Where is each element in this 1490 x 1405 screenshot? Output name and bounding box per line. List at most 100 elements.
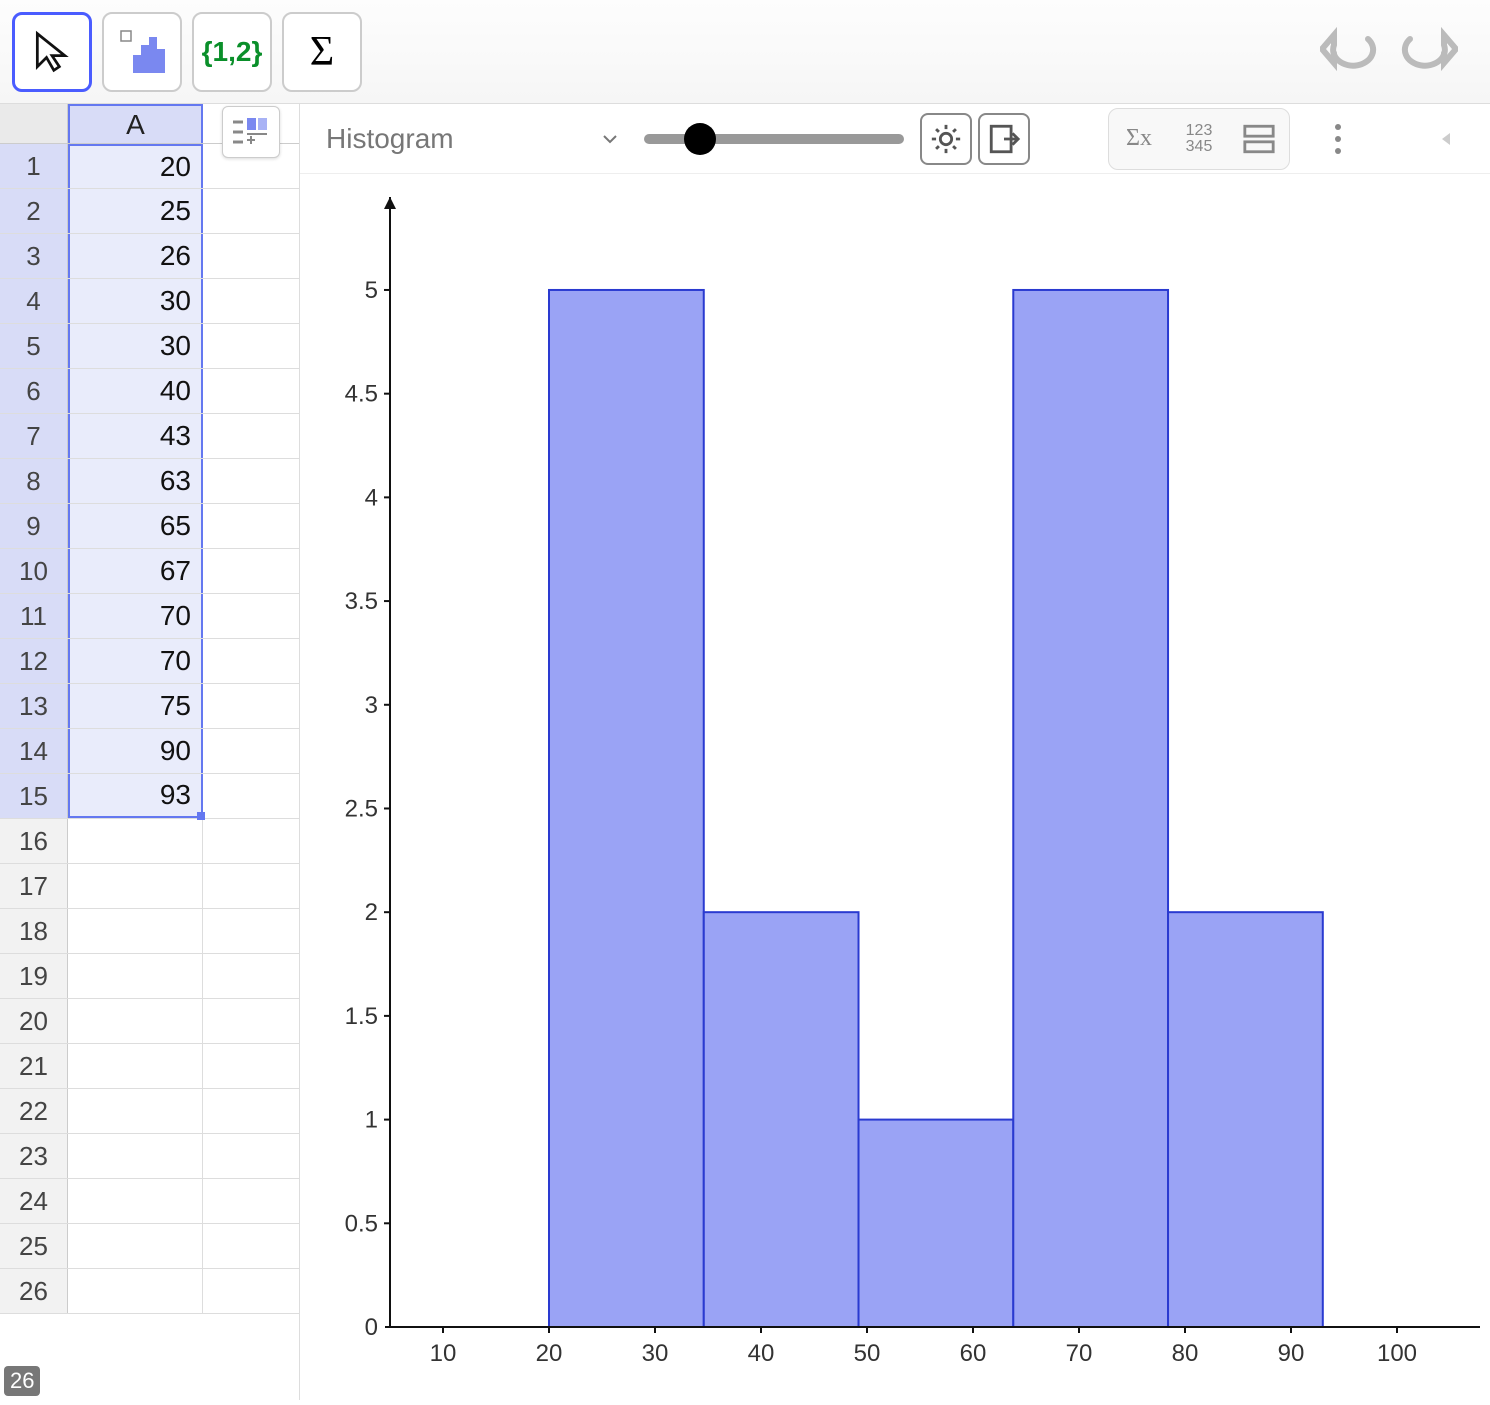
undo-button[interactable] [1320,27,1380,77]
table-row[interactable]: 530 [0,324,299,369]
row-header[interactable]: 1 [0,144,68,188]
cell[interactable]: 43 [68,414,203,458]
column-header-a[interactable]: A [68,104,203,143]
row-header[interactable]: 22 [0,1089,68,1133]
list-tool-button[interactable]: {1,2} [192,12,272,92]
table-row[interactable]: 863 [0,459,299,504]
row-header[interactable]: 23 [0,1134,68,1178]
table-row[interactable]: 26 [0,1269,299,1314]
row-header[interactable]: 2 [0,189,68,233]
cell[interactable] [68,909,203,953]
row-header[interactable]: 18 [0,909,68,953]
row-header[interactable]: 20 [0,999,68,1043]
row-header[interactable]: 5 [0,324,68,368]
cell[interactable] [68,1224,203,1268]
class-width-slider[interactable] [644,134,904,144]
row-header[interactable]: 14 [0,729,68,773]
cell[interactable]: 70 [68,594,203,638]
cell[interactable] [68,1134,203,1178]
cell[interactable]: 75 [68,684,203,728]
row-header[interactable]: 10 [0,549,68,593]
table-row[interactable]: 1490 [0,729,299,774]
cell[interactable]: 25 [68,189,203,233]
row-header[interactable]: 7 [0,414,68,458]
table-row[interactable]: 25 [0,1224,299,1269]
cell[interactable] [68,864,203,908]
row-header[interactable]: 24 [0,1179,68,1223]
cell[interactable]: 70 [68,639,203,683]
show-data-button[interactable]: 123345 [1173,113,1225,165]
table-row[interactable]: 640 [0,369,299,414]
cell[interactable] [68,1179,203,1223]
row-header[interactable]: 25 [0,1224,68,1268]
table-row[interactable]: 21 [0,1044,299,1089]
cell[interactable] [68,1269,203,1313]
table-row[interactable]: 18 [0,909,299,954]
sheet-body[interactable]: 1202253264305306407438639651067117012701… [0,144,299,1400]
row-header[interactable]: 4 [0,279,68,323]
chart-area[interactable]: 0.511.522.533.544.5501020304050607080901… [300,174,1490,1400]
export-button[interactable] [978,113,1030,165]
cell[interactable]: 63 [68,459,203,503]
table-row[interactable]: 1375 [0,684,299,729]
table-row[interactable]: 16 [0,819,299,864]
table-row[interactable]: 430 [0,279,299,324]
cell[interactable]: 65 [68,504,203,548]
table-row[interactable]: 1170 [0,594,299,639]
table-row[interactable]: 19 [0,954,299,999]
cell[interactable]: 90 [68,729,203,773]
one-variable-tool-button[interactable] [102,12,182,92]
row-header[interactable]: 8 [0,459,68,503]
toggle-columns-button[interactable] [222,106,280,158]
row-header[interactable]: 11 [0,594,68,638]
table-row[interactable]: 22 [0,1089,299,1134]
cell[interactable]: 30 [68,324,203,368]
sheet-corner[interactable] [0,104,68,143]
table-row[interactable]: 1270 [0,639,299,684]
chart-type-label: Histogram [326,123,454,155]
cell[interactable]: 26 [68,234,203,278]
row-header[interactable]: 17 [0,864,68,908]
cell[interactable] [68,999,203,1043]
cell[interactable] [68,1044,203,1088]
settings-button[interactable] [920,113,972,165]
row-header[interactable]: 6 [0,369,68,413]
cell[interactable]: 20 [68,144,203,188]
chart-type-dropdown[interactable]: Histogram [318,114,628,164]
cell[interactable]: 93 [68,774,203,818]
sigma-tool-button[interactable]: Σ [282,12,362,92]
row-header[interactable]: 16 [0,819,68,863]
show-statistics-button[interactable]: Σx [1113,113,1165,165]
table-row[interactable]: 743 [0,414,299,459]
more-options-button[interactable] [1312,113,1364,165]
table-row[interactable]: 225 [0,189,299,234]
row-header[interactable]: 21 [0,1044,68,1088]
cell[interactable]: 67 [68,549,203,593]
row-header[interactable]: 9 [0,504,68,548]
cell[interactable]: 40 [68,369,203,413]
svg-text:40: 40 [748,1340,775,1367]
table-row[interactable]: 965 [0,504,299,549]
row-header[interactable]: 12 [0,639,68,683]
cell[interactable] [68,819,203,863]
row-header[interactable]: 3 [0,234,68,278]
table-row[interactable]: 23 [0,1134,299,1179]
row-header[interactable]: 19 [0,954,68,998]
table-row[interactable]: 17 [0,864,299,909]
cell[interactable] [68,954,203,998]
move-tool-button[interactable] [12,12,92,92]
export-icon [987,122,1021,156]
collapse-panel-button[interactable] [1420,113,1472,165]
row-header[interactable]: 15 [0,774,68,818]
table-row[interactable]: 1593 [0,774,299,819]
cell[interactable]: 30 [68,279,203,323]
show-second-plot-button[interactable] [1233,113,1285,165]
table-row[interactable]: 326 [0,234,299,279]
cell[interactable] [68,1089,203,1133]
redo-button[interactable] [1398,27,1458,77]
table-row[interactable]: 20 [0,999,299,1044]
table-row[interactable]: 24 [0,1179,299,1224]
row-header[interactable]: 13 [0,684,68,728]
table-row[interactable]: 1067 [0,549,299,594]
row-header[interactable]: 26 [0,1269,68,1313]
